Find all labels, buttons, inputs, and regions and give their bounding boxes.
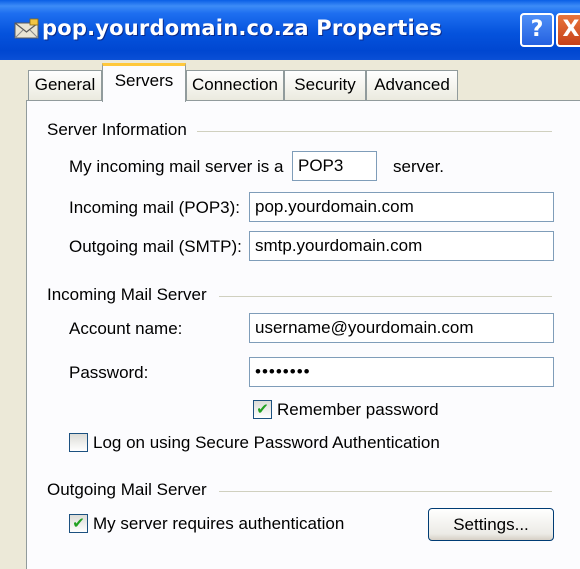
server-information-heading: Server Information: [47, 120, 187, 139]
title-bar[interactable]: pop.yourdomain.co.za Properties ? X: [0, 0, 580, 60]
outgoing-mail-server-heading: Outgoing Mail Server: [47, 480, 207, 499]
properties-dialog: pop.yourdomain.co.za Properties ? X Gene…: [0, 0, 580, 569]
password-label: Password:: [69, 363, 149, 382]
check-mark-icon: ✔: [72, 514, 85, 532]
server-type-prefix-label: My incoming mail server is a: [69, 157, 284, 176]
secure-password-auth-checkbox[interactable]: [69, 433, 88, 452]
tab-connection[interactable]: Connection: [186, 70, 284, 100]
account-name-label: Account name:: [69, 319, 183, 338]
group-divider: [219, 296, 552, 297]
server-type-suffix-label: server.: [393, 157, 445, 176]
tab-advanced[interactable]: Advanced: [366, 70, 458, 100]
close-icon: X: [562, 17, 580, 42]
group-divider: [219, 491, 552, 492]
close-button[interactable]: X: [556, 13, 580, 47]
window-title: pop.yourdomain.co.za Properties: [42, 16, 443, 40]
incoming-mail-server-input[interactable]: pop.yourdomain.com: [249, 192, 554, 222]
server-requires-auth-label[interactable]: My server requires authentication: [93, 514, 344, 534]
tab-general[interactable]: General: [28, 70, 102, 100]
remember-password-label[interactable]: Remember password: [277, 400, 439, 420]
server-requires-auth-checkbox[interactable]: ✔: [69, 514, 88, 533]
outgoing-mail-label: Outgoing mail (SMTP):: [69, 237, 242, 256]
tab-strip: General Servers Connection Security Adva…: [0, 62, 580, 102]
servers-tab-panel: Server Information My incoming mail serv…: [26, 100, 580, 569]
mail-envelope-icon: [14, 18, 39, 39]
incoming-mail-server-heading: Incoming Mail Server: [47, 285, 207, 304]
tab-servers[interactable]: Servers: [102, 63, 186, 102]
check-mark-icon: ✔: [256, 400, 269, 418]
group-divider: [197, 131, 552, 132]
password-input[interactable]: ••••••••: [249, 357, 554, 387]
help-icon: ?: [530, 17, 544, 42]
settings-button[interactable]: Settings...: [428, 508, 554, 541]
incoming-mail-label: Incoming mail (POP3):: [69, 198, 240, 217]
help-button[interactable]: ?: [520, 13, 554, 47]
account-name-input[interactable]: username@yourdomain.com: [249, 313, 554, 343]
outgoing-mail-server-input[interactable]: smtp.yourdomain.com: [249, 231, 554, 261]
secure-password-auth-label[interactable]: Log on using Secure Password Authenticat…: [93, 433, 440, 453]
remember-password-checkbox[interactable]: ✔: [253, 400, 272, 419]
server-type-field[interactable]: POP3: [292, 151, 377, 181]
tab-security[interactable]: Security: [284, 70, 366, 100]
